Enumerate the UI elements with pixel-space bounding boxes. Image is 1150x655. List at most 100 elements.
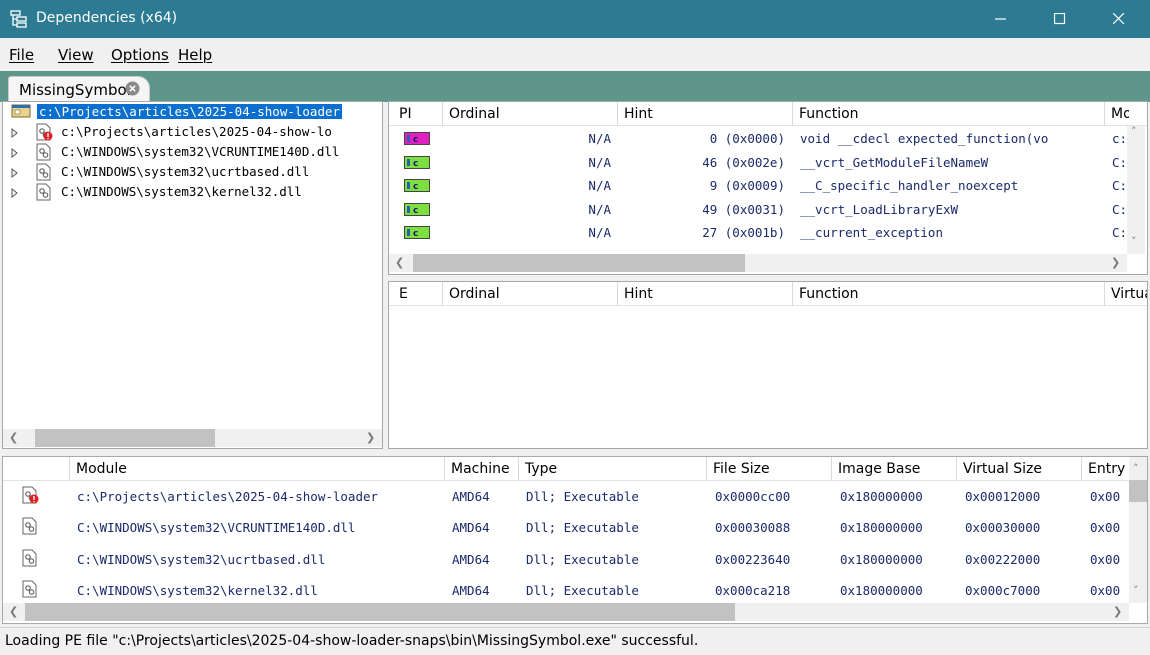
machine-cell: AMD64 [452,520,490,536]
header-machine[interactable]: Machine [445,457,519,481]
type-cell: Dll; Executable [526,520,639,536]
c-function-missing-icon: c [404,132,430,148]
minimize-button[interactable] [972,0,1030,38]
tree-horizontal-scrollbar[interactable]: ❮ ❯ [3,429,382,447]
imports-horizontal-scrollbar[interactable]: ❮ ❯ [389,254,1127,272]
tree-scroll-thumb[interactable] [35,429,215,447]
type-cell: Dll; Executable [526,582,639,598]
scroll-left-icon[interactable]: ❮ [9,432,18,443]
header-ordinal[interactable]: Ordinal [443,282,618,306]
tree-item-label: C:\WINDOWS\system32\kernel32.dll [61,184,302,199]
header-e[interactable]: E [389,282,443,306]
menu-bar: File View Options Help [0,38,1150,71]
header-type[interactable]: Type [519,457,707,481]
scroll-right-icon[interactable]: ❯ [366,432,375,443]
file-size-cell: 0x00223640 [715,551,791,567]
modules-horizontal-scrollbar[interactable]: ❮ ❯ [3,603,1129,621]
header-module[interactable]: Module [70,457,445,481]
svg-text:c: c [413,206,418,216]
function-cell: void __cdecl expected_function(vo [800,131,1049,146]
c-function-icon: c [404,155,430,172]
header-function[interactable]: Function [793,102,1105,126]
tree-item[interactable]: C:\WINDOWS\system32\VCRUNTIME140D.dll [3,142,382,162]
import-row[interactable]: c N/A 9 (0x0009) __C_specific_handler_noexc… [389,175,1127,197]
maximize-button[interactable] [1031,0,1089,38]
entry-cell: 0x00 [1090,489,1121,504]
import-row[interactable]: c N/A 46 (0x002e) __vcrt_GetModuleFileNameW… [389,152,1127,174]
module-cell: C: [1112,225,1128,241]
header-hint[interactable]: Hint [618,102,793,126]
scroll-right-icon[interactable]: ❯ [1113,606,1122,617]
imports-vertical-scrollbar[interactable]: ˄ ˅ [1127,126,1145,254]
header-icon[interactable] [3,457,70,481]
tab-missingsymbol[interactable]: MissingSymbol [8,76,150,102]
app-icon [10,10,28,28]
menu-file[interactable]: File [9,46,34,64]
expand-chevron-icon[interactable] [11,166,19,182]
import-row[interactable]: c N/A 0 (0x0000) void __cdecl expected_func… [389,128,1127,150]
menu-options[interactable]: Options [111,46,169,64]
header-pi[interactable]: PI [389,102,443,126]
scroll-left-icon[interactable]: ❮ [395,257,404,268]
machine-cell: AMD64 [452,582,490,598]
header-ordinal[interactable]: Ordinal [443,102,618,126]
scroll-down-icon[interactable]: ˅ [1133,585,1139,596]
hint-cell: 9 (0x0009) [709,178,785,194]
import-row[interactable]: c N/A 49 (0x0031) __vcrt_LoadLibraryExW C: [389,199,1127,221]
machine-cell: AMD64 [452,551,490,567]
header-hint[interactable]: Hint [618,282,793,306]
header-file-size[interactable]: File Size [707,457,832,481]
tree-item[interactable]: C:\WINDOWS\system32\ucrtbased.dll [3,162,382,182]
ordinal-cell: N/A [588,201,611,217]
module-row[interactable]: c:\Projects\articles\2025-04-show-loader… [3,484,1129,512]
tree-item-label: C:\WINDOWS\system32\ucrtbased.dll [61,164,310,179]
scroll-down-icon[interactable]: ˅ [1131,236,1137,247]
ordinal-cell: N/A [588,154,611,170]
expand-chevron-icon[interactable] [11,126,19,142]
tree-item[interactable]: C:\WINDOWS\system32\kernel32.dll [3,182,382,202]
imports-scroll-thumb[interactable] [413,254,745,272]
tree-item-label: C:\WINDOWS\system32\VCRUNTIME140D.dll [61,144,340,159]
tree-item-label: c:\Projects\articles\2025-04-show-loader [37,104,343,119]
scroll-up-icon[interactable]: ˄ [1133,463,1139,474]
header-function[interactable]: Function [793,282,1105,306]
modules-scroll-thumb[interactable] [25,603,735,621]
expand-chevron-icon[interactable] [11,146,19,162]
svg-text:c: c [413,135,418,145]
dll-icon [21,580,39,601]
tab-label: MissingSymbol [19,81,131,99]
tree-item[interactable]: c:\Projects\articles\2025-04-show-lo [3,122,382,142]
expand-chevron-icon[interactable] [11,186,19,202]
ordinal-cell: N/A [588,225,611,241]
import-row[interactable]: c N/A 27 (0x001b) __current_exception C: [389,222,1127,244]
file-size-cell: 0x0000cc00 [715,489,791,504]
function-cell: __current_exception [800,225,943,241]
header-entry[interactable]: Entry [1082,457,1129,481]
virtual-size-cell: 0x000c7000 [965,582,1041,598]
entry-cell: 0x00 [1090,551,1121,567]
menu-view[interactable]: View [58,46,94,64]
header-virtual[interactable]: Virtua [1105,282,1147,306]
header-virtual-size[interactable]: Virtual Size [957,457,1082,481]
file-size-cell: 0x00030088 [715,520,791,536]
module-row[interactable]: C:\WINDOWS\system32\ucrtbased.dll AMD64 Dl… [3,547,1129,575]
function-cell: __C_specific_handler_noexcept [800,178,1019,194]
header-module[interactable]: Mo [1105,102,1129,126]
scroll-left-icon[interactable]: ❮ [9,606,18,617]
header-image-base[interactable]: Image Base [832,457,957,481]
modules-vertical-scrollbar[interactable]: ˄ ˅ [1129,457,1147,603]
module-row[interactable]: C:\WINDOWS\system32\VCRUNTIME140D.dll AMD… [3,515,1129,543]
menu-help[interactable]: Help [178,46,212,64]
module-row[interactable]: C:\WINDOWS\system32\kernel32.dll AMD64 Dll… [3,578,1129,606]
scroll-up-icon[interactable]: ˄ [1131,126,1137,137]
exports-header: E Ordinal Hint Function Virtua [389,282,1147,306]
modules-vscroll-thumb[interactable] [1129,480,1147,502]
imports-panel: PI Ordinal Hint Function Mo c N/A 0 (0x000… [388,101,1148,275]
hint-cell: 27 (0x001b) [702,225,785,241]
close-button[interactable] [1090,0,1148,38]
tab-close-icon[interactable] [125,81,140,100]
close-icon [1113,13,1125,25]
scroll-right-icon[interactable]: ❯ [1111,257,1120,268]
module-cell: c:\Projects\articles\2025-04-show-loader [77,489,379,504]
tree-item[interactable]: c:\Projects\articles\2025-04-show-loader [3,102,382,122]
